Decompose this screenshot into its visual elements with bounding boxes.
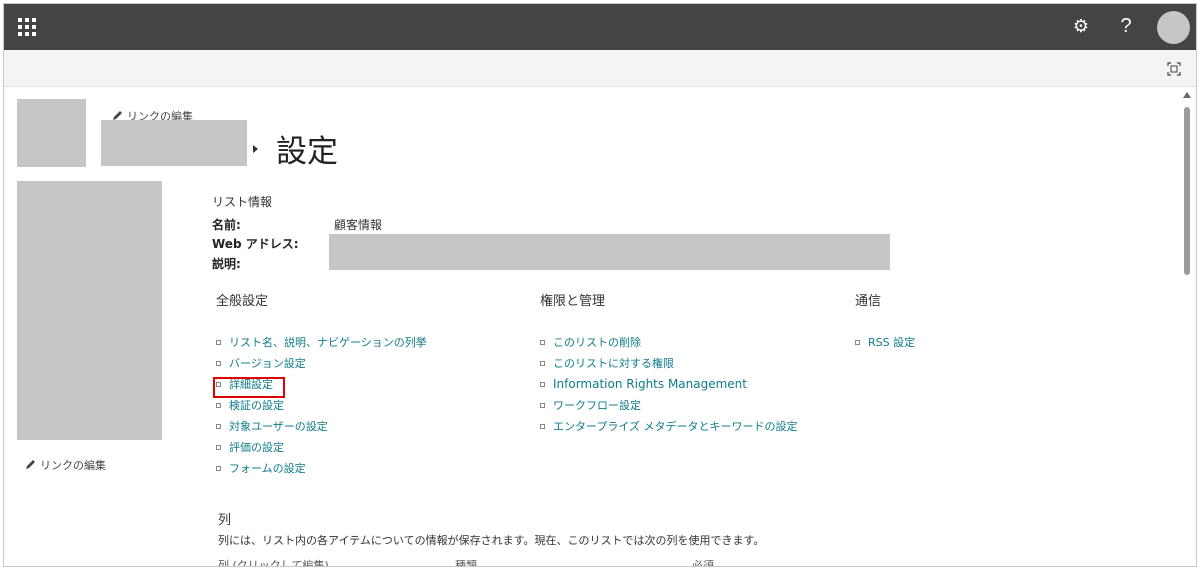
list-info-heading: リスト情報 bbox=[212, 195, 273, 209]
scrollbar-thumb[interactable] bbox=[1184, 107, 1190, 275]
link-delete-list[interactable]: このリストの削除 bbox=[540, 332, 798, 353]
column-header-name: 列 (クリックして編集) bbox=[218, 559, 329, 567]
general-settings-links: リスト名、説明、ナビゲーションの列挙 バージョン設定 詳細設定 検証の設定 対象… bbox=[216, 332, 427, 479]
page-title: 設定 bbox=[276, 134, 338, 170]
suite-bar: ⚙ ? bbox=[4, 4, 1196, 50]
communications-links: RSS 設定 bbox=[855, 332, 915, 353]
name-label: 名前: bbox=[212, 218, 241, 232]
columns-description: 列には、リスト内の各アイテムについての情報が保存されます。現在、このリストでは次… bbox=[218, 534, 765, 547]
bullet-icon bbox=[540, 340, 545, 345]
browser-frame: ⚙ ? リンクの編集 設定 リンクの編集 リスト情報 名前: 顧客情報 Web … bbox=[3, 3, 1197, 567]
focus-mode-icon[interactable] bbox=[1167, 62, 1181, 76]
bullet-icon bbox=[216, 466, 221, 471]
breadcrumb-arrow-icon bbox=[253, 145, 258, 153]
bullet-icon bbox=[855, 340, 860, 345]
left-navigation[interactable] bbox=[17, 181, 162, 440]
bullet-icon bbox=[216, 361, 221, 366]
avatar[interactable] bbox=[1157, 11, 1190, 44]
breadcrumb-site-name[interactable] bbox=[101, 120, 247, 166]
bullet-icon bbox=[540, 424, 545, 429]
link-rating-settings[interactable]: 評価の設定 bbox=[216, 437, 427, 458]
link-list-permissions[interactable]: このリストに対する権限 bbox=[540, 353, 798, 374]
communications-heading: 通信 bbox=[855, 294, 882, 309]
column-header-type: 種類 bbox=[455, 559, 477, 567]
bullet-icon bbox=[216, 403, 221, 408]
permissions-heading: 権限と管理 bbox=[540, 294, 606, 309]
columns-heading: 列 bbox=[218, 513, 232, 528]
column-header-required: 必須 bbox=[692, 559, 714, 567]
web-address-description-redacted bbox=[329, 234, 890, 270]
bullet-icon bbox=[216, 445, 221, 450]
site-logo[interactable] bbox=[17, 99, 86, 167]
link-audience-targeting-settings[interactable]: 対象ユーザーの設定 bbox=[216, 416, 427, 437]
bullet-icon bbox=[540, 361, 545, 366]
command-bar bbox=[4, 50, 1196, 87]
advanced-settings-highlight bbox=[213, 377, 285, 398]
bullet-icon bbox=[540, 382, 545, 387]
pencil-icon bbox=[26, 460, 35, 469]
link-versioning-settings[interactable]: バージョン設定 bbox=[216, 353, 427, 374]
link-workflow-settings[interactable]: ワークフロー設定 bbox=[540, 395, 798, 416]
description-label: 説明: bbox=[212, 257, 241, 271]
left-nav-edit-links-label: リンクの編集 bbox=[40, 459, 106, 472]
left-nav-edit-links[interactable]: リンクの編集 bbox=[25, 457, 106, 473]
bullet-icon bbox=[216, 340, 221, 345]
link-validation-settings[interactable]: 検証の設定 bbox=[216, 395, 427, 416]
link-rss-settings[interactable]: RSS 設定 bbox=[855, 332, 915, 353]
bullet-icon bbox=[216, 424, 221, 429]
name-value: 顧客情報 bbox=[334, 218, 383, 232]
link-list-name-description-navigation[interactable]: リスト名、説明、ナビゲーションの列挙 bbox=[216, 332, 427, 353]
gear-icon[interactable]: ⚙ bbox=[1072, 18, 1090, 36]
link-form-settings[interactable]: フォームの設定 bbox=[216, 458, 427, 479]
link-enterprise-metadata-keywords[interactable]: エンタープライズ メタデータとキーワードの設定 bbox=[540, 416, 798, 437]
help-icon[interactable]: ? bbox=[1117, 15, 1135, 37]
waffle-icon[interactable] bbox=[18, 18, 36, 36]
bullet-icon bbox=[540, 403, 545, 408]
scroll-up-arrow-icon[interactable] bbox=[1183, 92, 1191, 98]
general-settings-heading: 全般設定 bbox=[216, 294, 269, 309]
permissions-links: このリストの削除 このリストに対する権限 Information Rights … bbox=[540, 332, 798, 437]
link-information-rights-management[interactable]: Information Rights Management bbox=[540, 374, 798, 395]
web-address-label: Web アドレス: bbox=[212, 237, 299, 251]
